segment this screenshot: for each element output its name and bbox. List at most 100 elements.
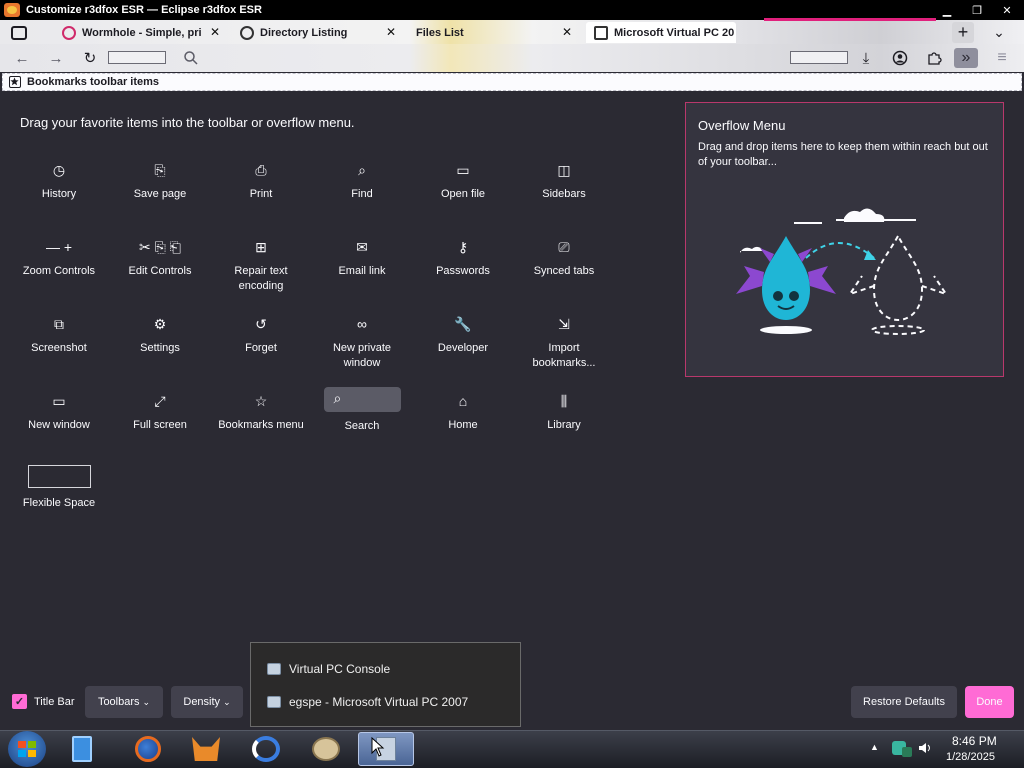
palette-label: Sidebars (542, 188, 586, 200)
clock-time[interactable]: 8:46 PM (952, 734, 997, 748)
list-all-tabs-button[interactable]: ⌄ (988, 22, 1010, 43)
window-title-bar: Customize r3dfox ESR — Eclipse r3dfox ES… (0, 0, 1024, 20)
palette-label: Home (448, 419, 478, 431)
firefox-view-button[interactable] (6, 22, 32, 43)
search-icon (183, 50, 199, 66)
downloads-button[interactable]: ⤓ (854, 48, 878, 68)
title-bar-checkbox[interactable]: ✓ (12, 694, 27, 709)
tab-wormhole[interactable]: Wormhole - Simple, pri ✕ (54, 22, 226, 43)
palette-label: Repair text encoding (234, 265, 288, 292)
palette-sidebars[interactable]: ◫ Sidebars (516, 161, 612, 202)
reload-button[interactable]: ↻ (78, 48, 102, 68)
libraries-icon (72, 736, 92, 762)
palette-label: Forget (245, 342, 277, 354)
palette-label: Print (249, 188, 273, 200)
palette-email-link[interactable]: ✉ Email link (314, 238, 410, 279)
palette-synced-tabs[interactable]: ⎚ Synced tabs (516, 238, 612, 279)
window-title: Customize r3dfox ESR — Eclipse r3dfox ES… (26, 4, 262, 16)
palette-label: Flexible Space (22, 497, 96, 509)
firefox-view-icon (11, 25, 27, 40)
palette-import-bookmarks[interactable]: ⇲ Import bookmarks... (516, 315, 612, 371)
close-tab-icon[interactable]: ✕ (210, 25, 220, 39)
palette-repair-text-encoding[interactable]: ⊞ Repair text encoding (213, 238, 309, 294)
taskbar-item-virtual-pc[interactable] (358, 732, 414, 766)
key-icon: ⚷ (457, 239, 469, 255)
search-bar[interactable] (790, 51, 848, 64)
tab-directory-listing[interactable]: Directory Listing ✕ (232, 22, 402, 43)
tab-files-list[interactable]: Files List ✕ (408, 22, 578, 43)
palette-label: Library (547, 419, 581, 431)
new-tab-button[interactable]: + (952, 22, 974, 43)
palette-label: Passwords (436, 265, 490, 277)
close-button[interactable]: ✕ (996, 2, 1018, 18)
synced-tabs-icon: ⎚ (558, 239, 570, 255)
start-button[interactable] (8, 731, 46, 767)
volume-icon[interactable] (918, 741, 932, 755)
palette-label: Open file (440, 188, 486, 200)
maximize-button[interactable]: ❐ (966, 2, 988, 18)
tab-label: Files List (416, 26, 464, 39)
palette-find[interactable]: ⌕ Find (314, 161, 410, 202)
palette-print[interactable]: ⎙ Print (213, 161, 309, 202)
customize-instructions: Drag your favorite items into the toolba… (20, 115, 355, 130)
gear-icon: ⚙ (153, 316, 167, 332)
palette-new-window[interactable]: ▭ New window (11, 392, 107, 433)
show-hidden-icons-button[interactable]: ▲ (870, 742, 879, 752)
palette-developer[interactable]: 🔧 Developer (415, 315, 511, 356)
taskbar-item-libraries[interactable] (54, 732, 110, 766)
new-window-icon: ▭ (52, 393, 66, 409)
find-icon: ⌕ (358, 162, 366, 178)
close-tab-icon[interactable]: ✕ (386, 25, 396, 39)
search-widget-preview: ⌕ (323, 387, 401, 412)
palette-edit-controls[interactable]: ✂ ⎘ ⎗ Edit Controls (112, 238, 208, 279)
taskbar-item-firefox[interactable] (120, 732, 176, 766)
palette-new-private-window[interactable]: ∞ New private window (314, 315, 410, 371)
palette-history[interactable]: ◷ History (11, 161, 107, 202)
virtual-pc-icon (267, 663, 281, 675)
taskbar-item-app-swirl[interactable] (238, 732, 294, 766)
palette-save-page[interactable]: ⎘ Save page (112, 161, 208, 202)
palette-forget[interactable]: ↺ Forget (213, 315, 309, 356)
done-button[interactable]: Done (965, 686, 1014, 718)
url-bar[interactable] (108, 51, 166, 64)
palette-screenshot[interactable]: ⧉ Screenshot (11, 315, 107, 356)
palette-settings[interactable]: ⚙ Settings (112, 315, 208, 356)
popup-item-egspe[interactable]: egspe - Microsoft Virtual PC 2007 (267, 695, 468, 709)
restore-defaults-button[interactable]: Restore Defaults (851, 686, 957, 718)
account-icon[interactable] (892, 50, 908, 66)
taskbar-item-fox-app[interactable] (178, 732, 234, 766)
taskbar-item-paint[interactable] (298, 732, 354, 766)
palette-flexible-space[interactable]: Flexible Space (11, 465, 107, 511)
palette-bookmarks-menu[interactable]: ☆ Bookmarks menu (213, 392, 309, 433)
palette-zoom-controls[interactable]: — + Zoom Controls (11, 238, 107, 279)
bookmarks-star-icon (9, 76, 21, 88)
palette-label: Full screen (133, 419, 187, 431)
tab-microsoft-virtual-pc[interactable]: Microsoft Virtual PC 20 (586, 22, 736, 43)
palette-search[interactable]: ⌕ Search (314, 387, 410, 434)
extensions-icon[interactable] (926, 50, 942, 66)
sync-tray-icon[interactable] (902, 747, 912, 757)
palette-icon (312, 737, 340, 761)
palette-library[interactable]: ⫼ Library (516, 392, 612, 433)
palette-passwords[interactable]: ⚷ Passwords (415, 238, 511, 279)
toolbars-dropdown[interactable]: Toolbars ⌄ (85, 686, 163, 718)
text-encoding-icon: ⊞ (255, 239, 267, 255)
palette-full-screen[interactable]: ⤢ Full screen (112, 392, 208, 433)
overflow-menu-title: Overflow Menu (698, 118, 786, 133)
sidebars-icon: ◫ (557, 162, 571, 178)
forward-button[interactable]: → (44, 48, 68, 68)
virtual-pc-icon (267, 696, 281, 708)
minimize-button[interactable]: ▁ (936, 2, 958, 18)
app-menu-button[interactable]: ≡ (990, 48, 1014, 68)
overflow-menu-panel[interactable]: Overflow Menu Drag and drop items here t… (685, 102, 1004, 377)
popup-item-virtual-pc-console[interactable]: Virtual PC Console (267, 662, 390, 676)
clock-date[interactable]: 1/28/2025 (946, 751, 995, 763)
close-tab-icon[interactable]: ✕ (562, 25, 572, 39)
palette-home[interactable]: ⌂ Home (415, 392, 511, 433)
palette-open-file[interactable]: ▭ Open file (415, 161, 511, 202)
overflow-menu-button[interactable]: » (954, 48, 978, 68)
density-dropdown[interactable]: Density ⌄ (171, 686, 243, 718)
open-file-icon: ▭ (456, 162, 470, 178)
back-button[interactable]: ← (10, 48, 34, 68)
bookmarks-toolbar-items-label[interactable]: Bookmarks toolbar items (27, 76, 159, 88)
